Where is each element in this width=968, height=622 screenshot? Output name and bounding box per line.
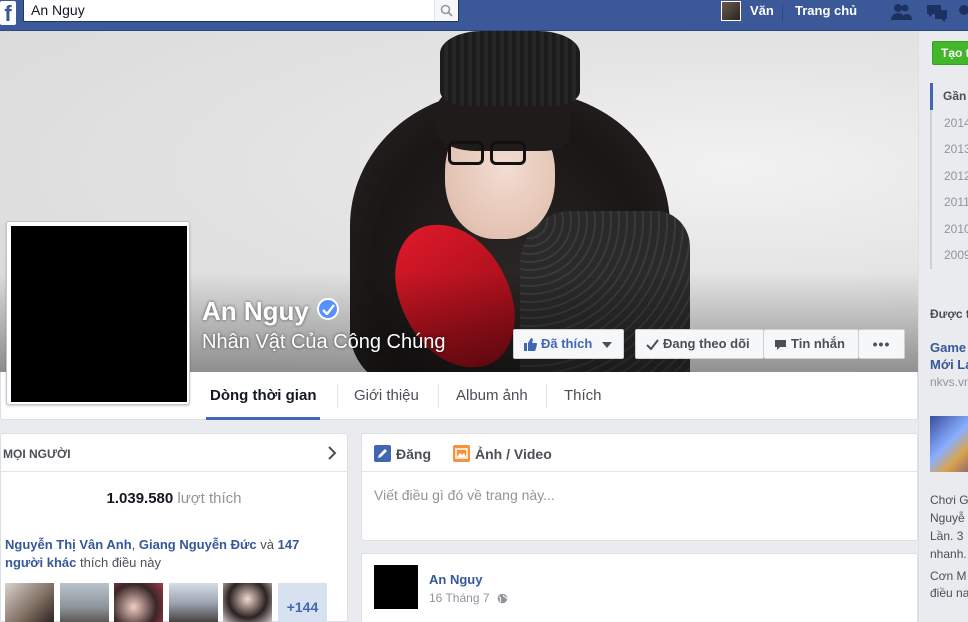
profile-picture[interactable] bbox=[6, 221, 190, 405]
message-button-label: Tin nhắn bbox=[791, 336, 845, 351]
facebook-logo-icon[interactable]: f bbox=[0, 1, 16, 25]
profile-picture-image bbox=[11, 226, 187, 402]
timeline-post: An Nguy 16 Tháng 7 bbox=[361, 553, 918, 622]
create-page-button[interactable]: Tạo t bbox=[932, 41, 968, 65]
ad-text-line: nhanh. bbox=[930, 547, 967, 561]
top-bar: f An Nguy Văn Trang chủ bbox=[0, 0, 968, 31]
composer-tab-photo-label: Ảnh / Video bbox=[475, 446, 552, 462]
ad-text-line: Lần. 3 bbox=[930, 529, 964, 543]
ad-body-text: Chơi G Nguyễ Lần. 3 nhanh. bbox=[930, 491, 968, 563]
ad-body-text: Cơn M điều na bbox=[930, 568, 968, 602]
ad-image[interactable] bbox=[930, 416, 968, 472]
tab-divider bbox=[337, 384, 338, 408]
tab-timeline[interactable]: Dòng thời gian bbox=[205, 372, 321, 420]
ad-text-line: Chơi G bbox=[930, 493, 968, 507]
user-name-link[interactable]: Văn bbox=[750, 3, 774, 18]
more-icon: ••• bbox=[872, 336, 891, 352]
more-options-button[interactable]: ••• bbox=[859, 329, 905, 359]
friends-like-text: Nguyễn Thị Vân Anh, Giang Nguyễn Đức và … bbox=[5, 537, 300, 570]
year-item-2011[interactable]: 2011 bbox=[930, 189, 968, 216]
tab-likes[interactable]: Thích bbox=[564, 372, 602, 420]
chevron-down-icon bbox=[601, 341, 612, 348]
cover-image-part bbox=[448, 141, 484, 165]
year-item-2012[interactable]: 2012 bbox=[930, 162, 968, 189]
ad-url: nkvs.vn bbox=[930, 375, 968, 389]
post-author-link[interactable]: An Nguy bbox=[429, 572, 482, 587]
friend-link[interactable]: Giang Nguyễn Đức bbox=[139, 537, 257, 552]
and-text: và bbox=[260, 537, 274, 552]
right-rail: Tạo t Gần 2014 2013 2012 2011 2010 2009 … bbox=[918, 31, 968, 622]
composer-input[interactable]: Viết điều gì đó về trang này... bbox=[374, 487, 555, 503]
post-composer: Đăng Ảnh / Video Viết điều gì đó về tran… bbox=[361, 433, 918, 541]
tab-photos[interactable]: Album ảnh bbox=[456, 372, 528, 420]
year-item-2010[interactable]: 2010 bbox=[930, 215, 968, 242]
tab-divider bbox=[546, 384, 547, 408]
timeline-year-nav: Gần 2014 2013 2012 2011 2010 2009 bbox=[930, 83, 968, 269]
year-item-recent[interactable]: Gần bbox=[930, 83, 968, 110]
composer-tab-post-label: Đăng bbox=[396, 446, 431, 462]
search-button[interactable] bbox=[434, 0, 458, 21]
friend-avatar[interactable] bbox=[60, 583, 109, 622]
friend-link[interactable]: Nguyễn Thị Vân Anh bbox=[5, 537, 132, 552]
liked-button-label: Đã thích bbox=[541, 336, 593, 351]
people-card: MỌI NGƯỜI 1.039.580 lượt thích Nguyễn Th… bbox=[0, 433, 348, 622]
globe-icon bbox=[497, 593, 508, 604]
likes-number: 1.039.580 bbox=[106, 490, 174, 507]
friend-avatar[interactable] bbox=[5, 583, 54, 622]
post-timestamp[interactable]: 16 Tháng 7 bbox=[429, 591, 508, 605]
divider bbox=[782, 5, 783, 21]
ad-title-line: Mới La bbox=[930, 357, 968, 372]
checkmark-icon bbox=[646, 339, 659, 351]
likes-label: lượt thích bbox=[177, 490, 242, 507]
ad-title-line: Game bbox=[930, 340, 967, 355]
composer-tabs: Đăng Ảnh / Video bbox=[362, 434, 917, 472]
tab-about[interactable]: Giới thiệu bbox=[354, 372, 419, 420]
following-button-label: Đang theo dõi bbox=[663, 336, 750, 351]
friend-avatar[interactable] bbox=[114, 583, 163, 622]
ad-text-line: Cơn M bbox=[930, 569, 967, 583]
message-icon bbox=[775, 339, 786, 350]
ad-text-line: Nguyễ bbox=[930, 511, 965, 525]
people-card-title: MỌI NGƯỜI bbox=[3, 447, 71, 461]
more-friends-button[interactable]: +144 bbox=[278, 583, 327, 622]
user-avatar[interactable] bbox=[721, 1, 741, 21]
photo-icon bbox=[453, 445, 470, 462]
friend-avatar[interactable] bbox=[223, 583, 272, 622]
likes-suffix: thích điều này bbox=[80, 555, 161, 570]
sponsored-heading: Được t bbox=[930, 307, 968, 321]
home-link[interactable]: Trang chủ bbox=[795, 3, 857, 18]
notifications-icon[interactable] bbox=[958, 2, 968, 22]
page-title[interactable]: An Nguy bbox=[202, 296, 309, 327]
ad-title-link[interactable]: Game Mới La bbox=[930, 339, 968, 373]
composer-tab-photo[interactable]: Ảnh / Video bbox=[453, 445, 552, 462]
thumbs-up-icon bbox=[524, 338, 537, 352]
chevron-right-icon[interactable] bbox=[328, 446, 337, 460]
post-time-text: 16 Tháng 7 bbox=[429, 591, 490, 605]
message-button[interactable]: Tin nhắn bbox=[764, 329, 859, 359]
verified-badge-icon[interactable] bbox=[317, 298, 339, 320]
search-input-value[interactable]: An Nguy bbox=[31, 2, 85, 18]
people-card-header[interactable]: MỌI NGƯỜI bbox=[1, 434, 347, 472]
ad-text-line: điều na bbox=[930, 586, 968, 600]
page-category: Nhân Vật Của Công Chúng bbox=[202, 331, 446, 353]
pencil-icon bbox=[374, 445, 391, 462]
messages-icon[interactable] bbox=[925, 2, 949, 22]
year-item-2013[interactable]: 2013 bbox=[930, 136, 968, 163]
liked-button[interactable]: Đã thích bbox=[513, 329, 624, 359]
tab-divider bbox=[438, 384, 439, 408]
post-author-avatar[interactable] bbox=[374, 565, 418, 609]
year-item-2014[interactable]: 2014 bbox=[930, 109, 968, 136]
likes-count: 1.039.580 lượt thích bbox=[1, 490, 347, 507]
friend-avatar[interactable] bbox=[169, 583, 218, 622]
friend-requests-icon[interactable] bbox=[889, 2, 913, 22]
cover-image-part bbox=[440, 31, 580, 106]
following-button[interactable]: Đang theo dõi bbox=[635, 329, 764, 359]
search-input[interactable]: An Nguy bbox=[23, 0, 459, 22]
search-icon bbox=[440, 4, 453, 17]
cover-image-part bbox=[490, 141, 526, 165]
year-item-2009[interactable]: 2009 bbox=[930, 242, 968, 269]
composer-tab-post[interactable]: Đăng bbox=[374, 445, 431, 462]
